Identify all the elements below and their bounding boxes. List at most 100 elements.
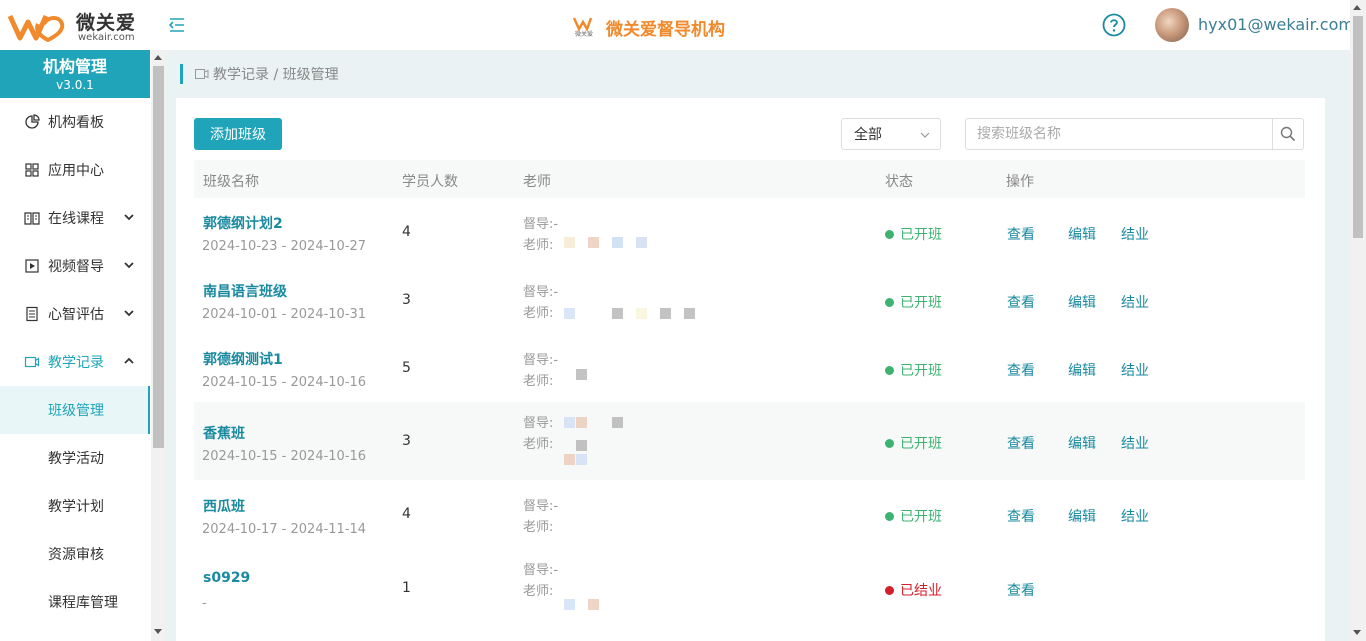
sidebar-item-label: 在线课程 <box>48 211 104 227</box>
student-count: 1 <box>402 580 411 596</box>
class-list-card: 添加班级 全部 班级名称 学员人数 老师 状态 操作 郭德纲计划2 2024-1… <box>176 98 1325 641</box>
finish-class-button[interactable]: 结业 <box>1121 360 1149 380</box>
user-email[interactable]: hyx01@wekair.com <box>1198 15 1354 34</box>
edit-button[interactable]: 编辑 <box>1068 292 1096 312</box>
sidebar-scrollbar-thumb[interactable] <box>153 66 164 448</box>
brand-title-text: 微关爱督导机构 <box>606 20 725 40</box>
status-text: 已开班 <box>900 363 942 379</box>
class-name-link[interactable]: 郭德纲计划2 <box>203 213 283 233</box>
table-header: 班级名称 学员人数 老师 状态 操作 <box>194 160 1305 198</box>
page-scrollbar-thumb[interactable] <box>1353 16 1363 238</box>
teacher-text: 老师: <box>523 520 554 535</box>
finish-class-button[interactable]: 结业 <box>1121 292 1149 312</box>
logo-subtext: wekair.com <box>78 32 135 43</box>
redacted-mark <box>564 417 575 428</box>
status-text: 已开班 <box>900 436 942 452</box>
edit-button[interactable]: 编辑 <box>1068 506 1096 526</box>
class-date-range: 2024-10-23 - 2024-10-27 <box>202 239 367 254</box>
class-date-range: 2024-10-01 - 2024-10-31 <box>202 307 367 322</box>
column-header-actions: 操作 <box>1006 174 1034 190</box>
view-button[interactable]: 查看 <box>1007 360 1035 380</box>
sidebar-item-dashboard[interactable]: 机构看板 <box>0 98 150 146</box>
sidebar-item-label: 应用中心 <box>48 163 104 179</box>
table-row: 香蕉班 2024-10-15 - 2024-10-16 3 督导: 老师: 已开… <box>194 402 1305 480</box>
sidebar-item-label: 教学记录 <box>48 355 104 371</box>
class-name-link[interactable]: 香蕉班 <box>203 423 245 443</box>
logo[interactable]: 微关爱 wekair.com <box>8 8 148 44</box>
view-button[interactable]: 查看 <box>1007 433 1035 453</box>
redacted-mark <box>576 440 587 451</box>
status-badge: 已结业 <box>885 580 942 600</box>
status-filter-select[interactable]: 全部 <box>841 118 941 150</box>
top-header: 微关爱 wekair.com 微关爱 微关爱督导机构 hyx01@wekair.… <box>0 0 1366 50</box>
breadcrumb-text: 教学记录 / 班级管理 <box>213 67 339 83</box>
search-input[interactable] <box>966 119 1272 149</box>
class-name-link[interactable]: 南昌语言班级 <box>203 281 287 301</box>
sidebar-subitem-label: 教学计划 <box>48 499 104 515</box>
redacted-mark <box>588 599 599 610</box>
edit-button[interactable]: 编辑 <box>1068 224 1096 244</box>
sidebar-subitem-class-management[interactable]: 班级管理 <box>0 386 150 434</box>
sidebar-item-teaching-records[interactable]: 教学记录 <box>0 338 150 386</box>
page-scrollbar[interactable] <box>1350 0 1366 641</box>
redacted-mark <box>612 237 623 248</box>
redacted-mark <box>660 308 671 319</box>
search-box <box>965 118 1304 150</box>
sidebar-item-online-course[interactable]: 在线课程 <box>0 194 150 242</box>
sidebar-subitem-label: 班级管理 <box>48 403 104 419</box>
sidebar-subitem-teaching-plan[interactable]: 教学计划 <box>0 482 150 530</box>
sidebar-scrollbar[interactable] <box>151 50 166 641</box>
status-badge: 已开班 <box>885 433 942 453</box>
avatar[interactable] <box>1155 8 1189 42</box>
redacted-mark <box>612 308 623 319</box>
redacted-mark <box>576 417 587 428</box>
sidebar-item-label: 机构看板 <box>48 115 104 131</box>
column-header-count: 学员人数 <box>402 174 458 190</box>
sidebar-item-label: 视频督导 <box>48 259 104 275</box>
scroll-down-arrow-icon[interactable] <box>1353 630 1361 635</box>
search-button[interactable] <box>1272 119 1303 149</box>
book-icon <box>24 212 40 225</box>
scroll-up-arrow-icon[interactable] <box>154 55 162 60</box>
class-name-link[interactable]: s0929 <box>203 570 250 586</box>
sidebar-item-mind-assessment[interactable]: 心智评估 <box>0 290 150 338</box>
sidebar-item-label: 心智评估 <box>48 307 104 323</box>
play-icon <box>25 259 39 273</box>
supervisor-text: 督导:- <box>523 499 559 514</box>
class-name-link[interactable]: 郭德纲测试1 <box>203 349 283 369</box>
finish-class-button[interactable]: 结业 <box>1121 224 1149 244</box>
sidebar-item-app-center[interactable]: 应用中心 <box>0 146 150 194</box>
edit-button[interactable]: 编辑 <box>1068 360 1096 380</box>
class-date-range: 2024-10-15 - 2024-10-16 <box>202 449 367 464</box>
chevron-down-icon <box>124 310 134 317</box>
redacted-mark <box>636 237 647 248</box>
redacted-mark <box>636 308 647 319</box>
help-icon[interactable] <box>1102 13 1126 37</box>
sidebar-subitem-course-library[interactable]: 课程库管理 <box>0 578 150 626</box>
view-button[interactable]: 查看 <box>1007 224 1035 244</box>
view-button[interactable]: 查看 <box>1007 580 1035 600</box>
table-row: s0929 - 1 督导:- 老师: 已结业 查看 <box>194 552 1305 624</box>
view-button[interactable]: 查看 <box>1007 292 1035 312</box>
scroll-up-arrow-icon[interactable] <box>1353 5 1361 10</box>
scroll-down-arrow-icon[interactable] <box>154 629 162 634</box>
menu-collapse-icon[interactable] <box>168 16 186 34</box>
teacher-text: 老师: <box>523 306 554 321</box>
sidebar-subitem-teaching-activity[interactable]: 教学活动 <box>0 434 150 482</box>
finish-class-button[interactable]: 结业 <box>1121 433 1149 453</box>
status-badge: 已开班 <box>885 224 942 244</box>
view-button[interactable]: 查看 <box>1007 506 1035 526</box>
edit-button[interactable]: 编辑 <box>1068 433 1096 453</box>
finish-class-button[interactable]: 结业 <box>1121 506 1149 526</box>
column-header-name: 班级名称 <box>203 174 259 190</box>
status-dot-icon <box>885 229 894 239</box>
sidebar-title: 机构管理 <box>42 57 107 76</box>
class-date-range: 2024-10-17 - 2024-11-14 <box>202 522 367 537</box>
add-class-button[interactable]: 添加班级 <box>194 118 282 150</box>
sidebar-subitem-resource-review[interactable]: 资源审核 <box>0 530 150 578</box>
grid-icon <box>25 163 39 177</box>
class-name-link[interactable]: 西瓜班 <box>203 496 245 516</box>
sidebar-item-video-supervision[interactable]: 视频督导 <box>0 242 150 290</box>
class-table: 班级名称 学员人数 老师 状态 操作 郭德纲计划2 2024-10-23 - 2… <box>194 160 1305 624</box>
status-text: 已开班 <box>900 227 942 243</box>
